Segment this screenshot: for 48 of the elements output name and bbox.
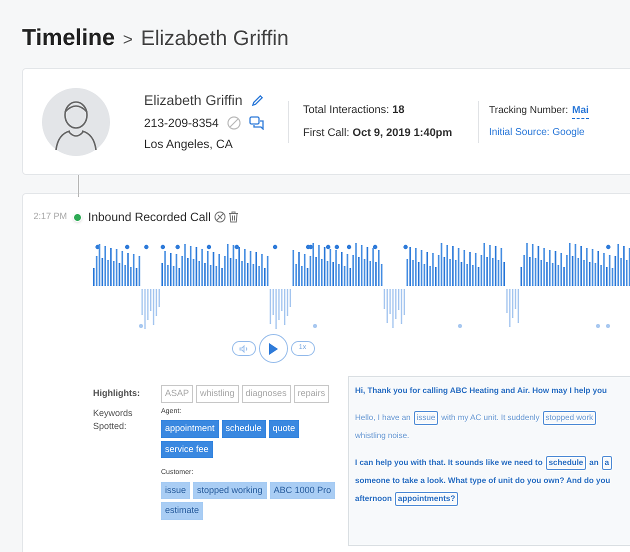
contact-name: Elizabeth Griffin bbox=[144, 91, 243, 110]
initial-source-link[interactable]: Initial Source: Google bbox=[489, 125, 589, 140]
keyword-highlight: a bbox=[602, 456, 612, 470]
keyword-tag: ABC 1000 Pro bbox=[270, 482, 336, 499]
avatar-icon bbox=[42, 88, 110, 156]
call-title: Inbound Recorded Call bbox=[88, 209, 211, 226]
keyword-tag: schedule bbox=[222, 420, 266, 438]
transcript-text: someone to take a look. What type of unit do you own? And do you bbox=[355, 474, 610, 486]
keyword-tag: issue bbox=[161, 482, 190, 499]
breadcrumb-separator: > bbox=[122, 29, 133, 51]
keyword-tag: stopped working bbox=[193, 482, 267, 499]
play-icon bbox=[268, 342, 278, 354]
keywords-label: Keywords Spotted: bbox=[93, 406, 134, 433]
transcript-text: Hi, Thank you for calling ABC Heating and Air. How may I help you bbox=[355, 384, 607, 396]
transcript-text: whistling noise. bbox=[355, 430, 410, 442]
keyword-tag: estimate bbox=[161, 502, 204, 520]
keyword-tag: quote bbox=[268, 420, 300, 438]
play-button[interactable] bbox=[258, 334, 288, 363]
highlight-tag: whistling bbox=[196, 385, 239, 402]
chat-icon[interactable] bbox=[248, 116, 264, 130]
page-title[interactable]: Timeline bbox=[22, 20, 115, 54]
transcript-text: I can help you with that. It sounds like we need to bbox=[355, 456, 543, 468]
keyword-highlight: schedule bbox=[546, 456, 586, 470]
contact-stat: First Call: Oct 9, 2019 1:40pm bbox=[303, 126, 454, 140]
keyword-highlight: appointments? bbox=[394, 492, 458, 506]
highlight-tag: diagnoses bbox=[242, 385, 291, 402]
keyword-tag: appointment bbox=[161, 420, 219, 438]
highlight-tag: repairs bbox=[294, 385, 330, 402]
keyword-highlight: stopped work bbox=[542, 410, 596, 424]
keyword-highlight: issue bbox=[414, 410, 438, 424]
breadcrumb-current: Elizabeth Griffin bbox=[140, 26, 289, 52]
call-time: 2:17 PM bbox=[32, 210, 67, 224]
contact-stat: Total Interactions: 18 bbox=[303, 103, 406, 118]
highlights-label: Highlights: bbox=[93, 387, 141, 400]
pencil-icon[interactable] bbox=[250, 94, 264, 107]
transcript-text: Hello, I have an bbox=[355, 412, 411, 424]
transcript-text: with my AC unit. It suddenly bbox=[441, 412, 540, 424]
keyword-tag: service fee bbox=[161, 440, 213, 458]
transcript-text: afternoon bbox=[355, 492, 392, 504]
tracking-label: Tracking Number: bbox=[489, 104, 568, 118]
tracking-number-link[interactable]: Mai bbox=[572, 103, 589, 119]
highlight-tag: ASAP bbox=[161, 385, 194, 402]
contact-location: Los Angeles, CA bbox=[144, 136, 234, 153]
speaker-icon bbox=[238, 344, 248, 352]
trash-icon[interactable] bbox=[228, 211, 239, 223]
no-tag-icon[interactable] bbox=[214, 211, 226, 223]
phone-number: 213-209-8354 bbox=[144, 115, 219, 132]
transcript-text: an bbox=[589, 456, 599, 468]
